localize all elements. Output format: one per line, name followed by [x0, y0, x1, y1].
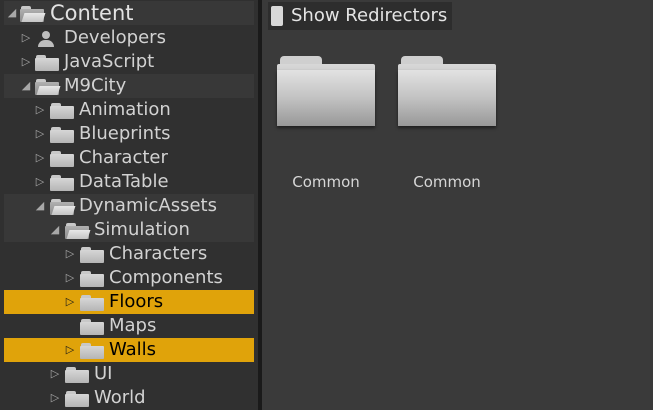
- tree-item-label: Maps: [109, 315, 157, 336]
- asset-tile-folder[interactable]: Common: [277, 54, 381, 194]
- tree-item-label: Animation: [79, 99, 171, 120]
- tree-item-label: Floors: [109, 291, 164, 312]
- tree-item-label: Walls: [109, 339, 157, 360]
- folder-icon: [277, 54, 375, 126]
- show-redirectors-toggle[interactable]: Show Redirectors: [268, 2, 452, 30]
- tree-item-characters[interactable]: ▷ Characters: [4, 242, 254, 266]
- expand-arrow-icon[interactable]: ▷: [64, 266, 76, 290]
- expand-arrow-icon[interactable]: ▷: [34, 146, 46, 170]
- tree-item-label: DataTable: [79, 171, 169, 192]
- tree-item-components[interactable]: ▷ Components: [4, 266, 254, 290]
- folder-icon: [398, 54, 496, 126]
- folder-icon: [50, 103, 74, 119]
- expand-arrow-icon[interactable]: ▷: [64, 338, 76, 362]
- tree-item-developers[interactable]: ▷ Developers: [4, 26, 254, 50]
- tree-item-label: Simulation: [94, 219, 190, 240]
- collapse-arrow-icon[interactable]: ◢: [20, 74, 32, 98]
- expand-arrow-icon[interactable]: ▷: [34, 170, 46, 194]
- folder-icon: [80, 271, 104, 287]
- expand-arrow-icon[interactable]: ▷: [49, 386, 61, 410]
- show-redirectors-label: Show Redirectors: [291, 5, 448, 26]
- tree-item-label: UI: [94, 363, 113, 384]
- tree-item-character[interactable]: ▷ Character: [4, 146, 254, 170]
- expand-arrow-icon[interactable]: ▷: [20, 50, 32, 74]
- tree-item-animation[interactable]: ▷ Animation: [4, 98, 254, 122]
- tree-item-label: Content: [50, 1, 134, 25]
- tree-item-ui[interactable]: ▷ UI: [4, 362, 254, 386]
- folder-icon: [50, 127, 74, 143]
- tree-item-label: JavaScript: [64, 51, 155, 72]
- expand-arrow-icon[interactable]: ▷: [64, 242, 76, 266]
- tree-item-m9city[interactable]: ◢ M9City: [4, 74, 254, 98]
- expand-arrow-icon[interactable]: ▷: [20, 26, 32, 50]
- folder-open-icon: [35, 79, 61, 95]
- folder-open-icon: [20, 6, 46, 22]
- tree-item-world[interactable]: ▷ World: [4, 386, 254, 410]
- tree-item-label: World: [94, 387, 146, 408]
- tree-item-datatable[interactable]: ▷ DataTable: [4, 170, 254, 194]
- collapse-arrow-icon[interactable]: ◢: [49, 218, 61, 242]
- tree-item-label: M9City: [64, 75, 127, 96]
- tree-item-label: Developers: [64, 27, 166, 48]
- tree-item-label: Characters: [109, 243, 208, 264]
- tree-item-floors[interactable]: ▷ Floors: [4, 290, 254, 314]
- checkbox-icon[interactable]: [271, 6, 283, 26]
- tree-item-dynamicassets[interactable]: ◢ DynamicAssets: [4, 194, 254, 218]
- folder-open-icon: [65, 223, 91, 239]
- tree-item-content[interactable]: ◢ Content: [4, 1, 254, 25]
- folder-icon: [80, 343, 104, 359]
- collapse-arrow-icon[interactable]: ◢: [6, 1, 18, 25]
- tree-item-javascript[interactable]: ▷ JavaScript: [4, 50, 254, 74]
- tree-item-blueprints[interactable]: ▷ Blueprints: [4, 122, 254, 146]
- folder-icon: [65, 367, 89, 383]
- tree-item-maps[interactable]: Maps: [4, 314, 254, 338]
- folder-icon: [50, 175, 74, 191]
- tree-item-label: Blueprints: [79, 123, 171, 144]
- folder-open-icon: [50, 199, 76, 215]
- folder-tree-panel: ◢ Content ▷ Developers ▷ JavaScript ◢ M9…: [0, 0, 260, 410]
- asset-tile-label: Common: [413, 173, 481, 191]
- folder-icon: [80, 295, 104, 311]
- collapse-arrow-icon[interactable]: ◢: [34, 194, 46, 218]
- asset-view-panel: Show Redirectors Common Common: [262, 0, 653, 410]
- folder-icon: [35, 55, 59, 71]
- tree-item-walls[interactable]: ▷ Walls: [4, 338, 254, 362]
- folder-icon: [65, 391, 89, 407]
- tree-item-label: Components: [109, 267, 223, 288]
- asset-tile-folder[interactable]: Common: [398, 54, 502, 194]
- expand-arrow-icon[interactable]: ▷: [34, 122, 46, 146]
- expand-arrow-icon[interactable]: ▷: [49, 362, 61, 386]
- tree-item-simulation[interactable]: ◢ Simulation: [4, 218, 254, 242]
- expand-arrow-icon[interactable]: ▷: [64, 290, 76, 314]
- folder-icon: [50, 151, 74, 167]
- asset-tile-label: Common: [292, 173, 360, 191]
- expand-arrow-icon[interactable]: ▷: [34, 98, 46, 122]
- folder-icon: [80, 247, 104, 263]
- folder-icon: [80, 319, 104, 335]
- user-folder-icon: [35, 31, 57, 47]
- tree-item-label: Character: [79, 147, 168, 168]
- tree-item-label: DynamicAssets: [79, 195, 217, 216]
